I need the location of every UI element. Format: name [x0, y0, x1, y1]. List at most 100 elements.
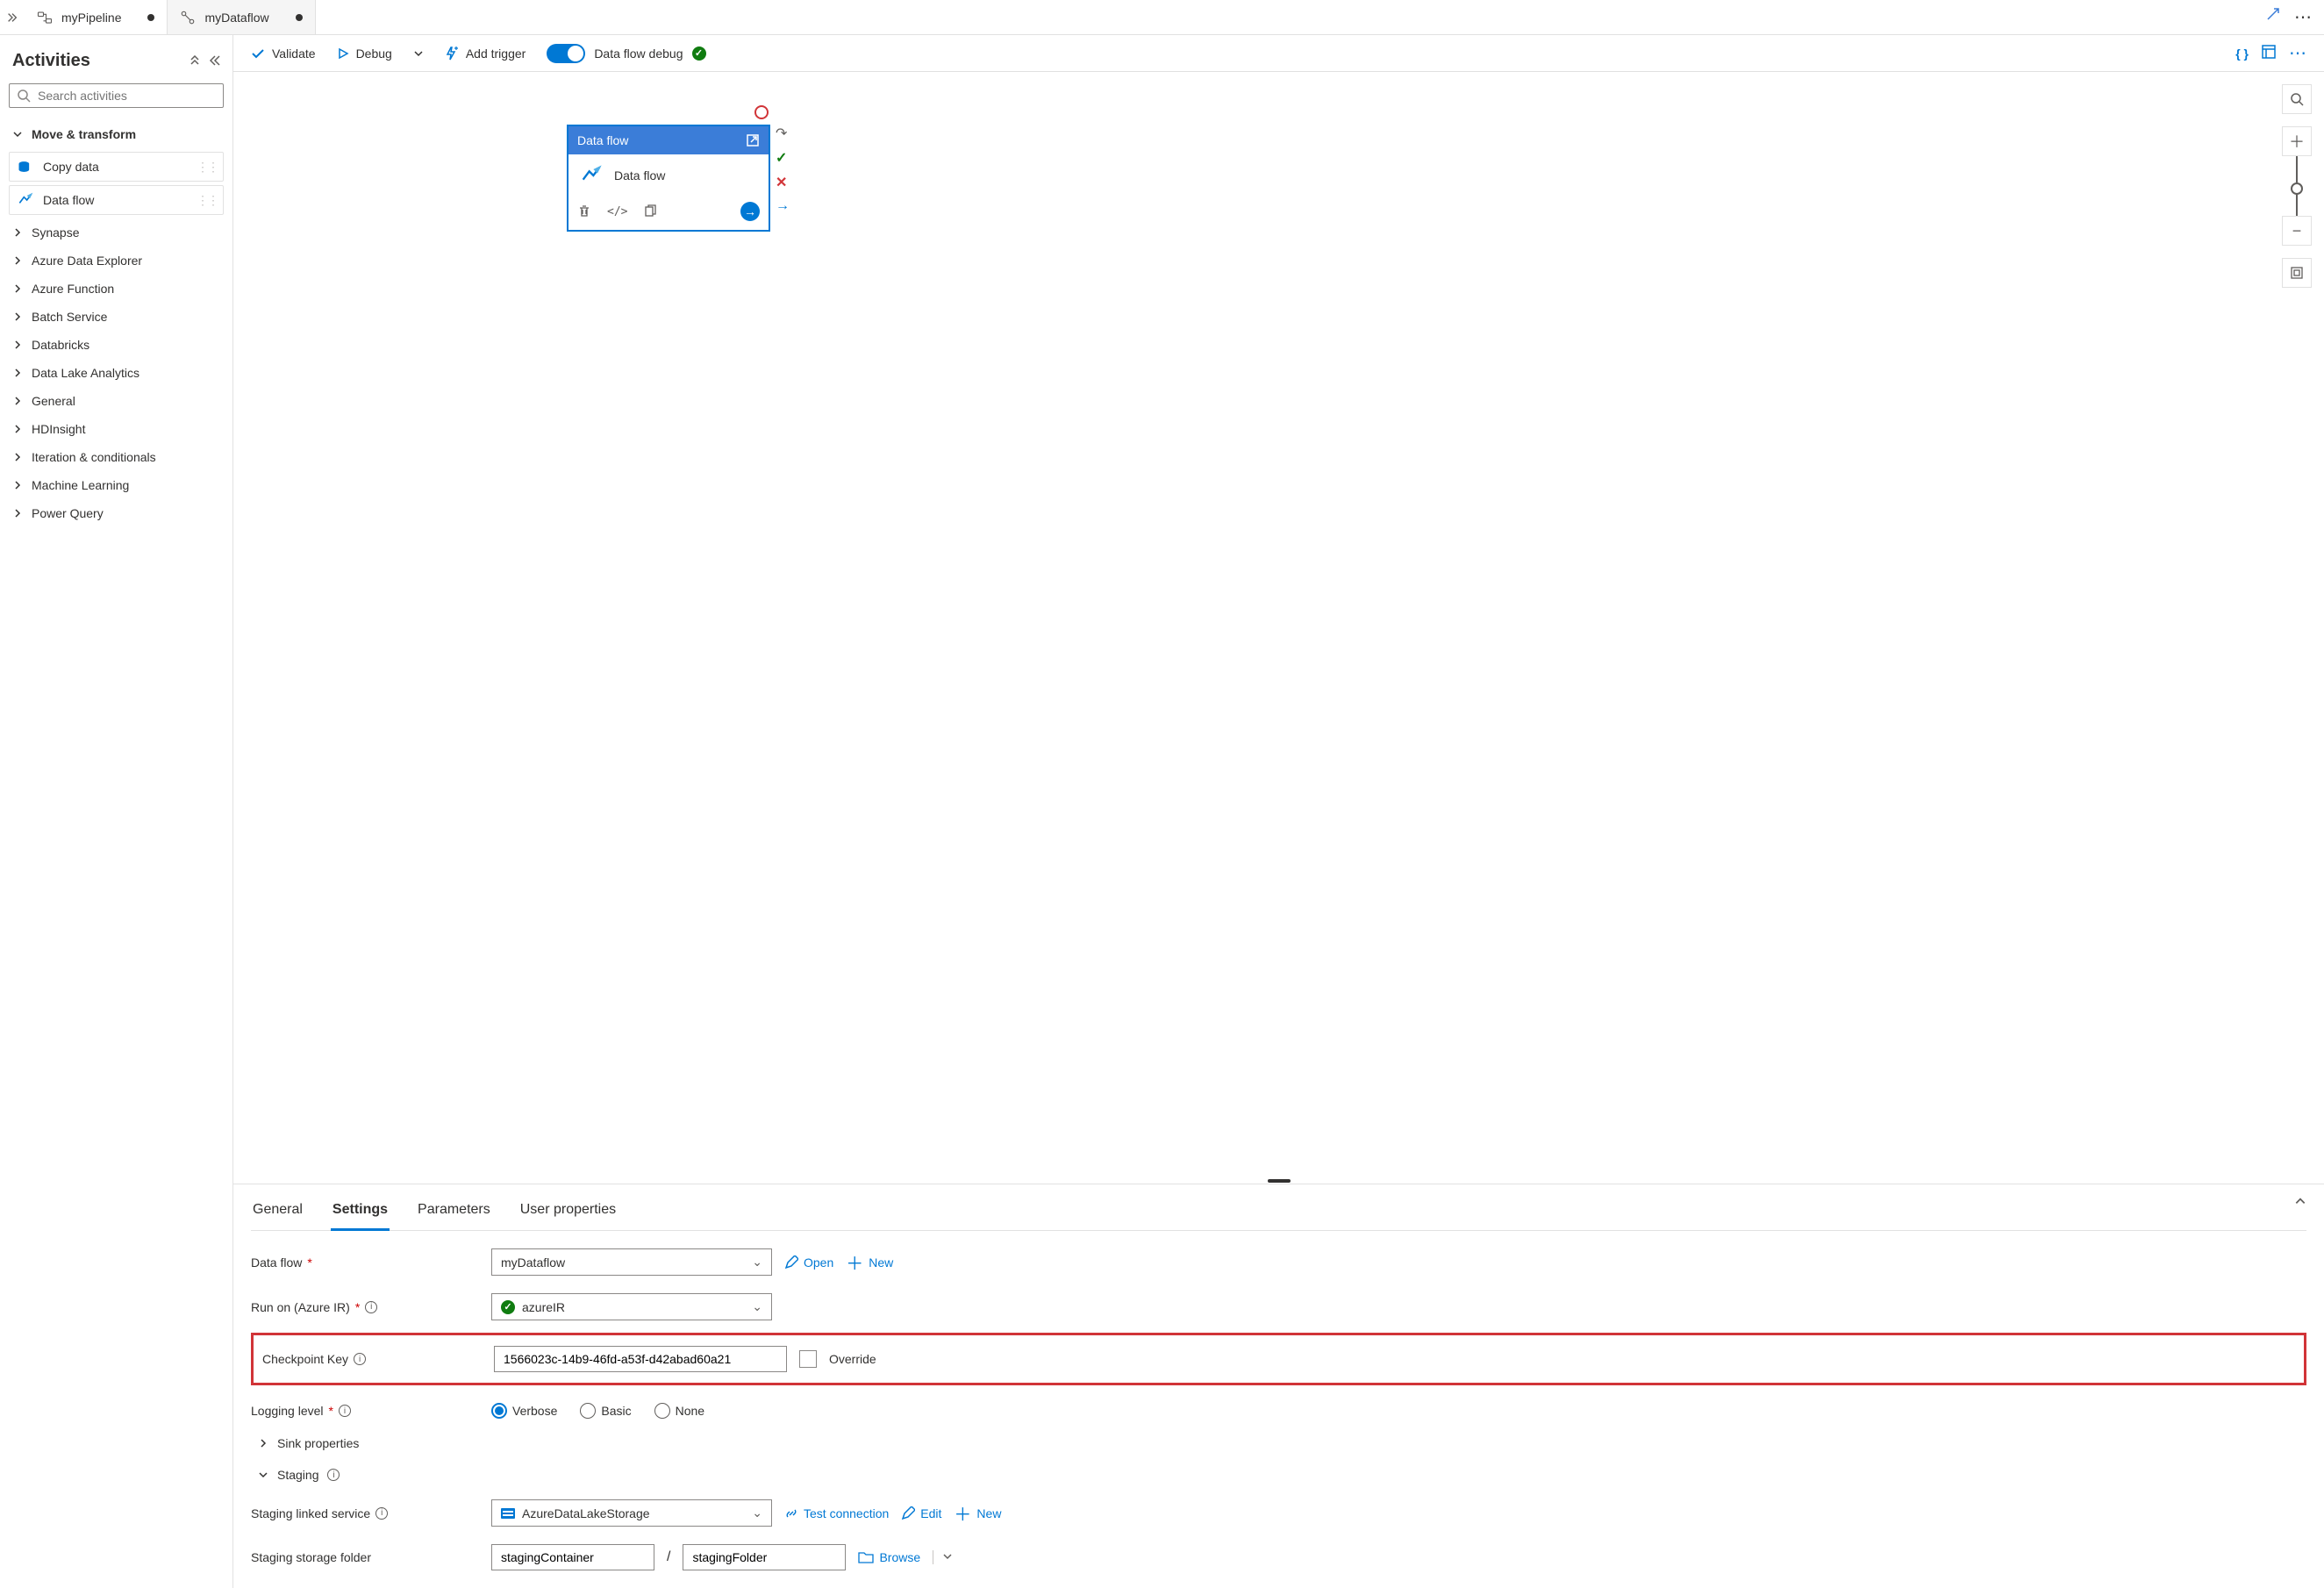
- zoom-search-button[interactable]: [2282, 84, 2312, 114]
- info-icon[interactable]: i: [365, 1301, 377, 1313]
- zoom-slider[interactable]: [2296, 156, 2298, 216]
- completion-path-icon[interactable]: →: [776, 198, 790, 214]
- logging-radio-basic[interactable]: Basic: [580, 1403, 631, 1419]
- prop-tab-parameters[interactable]: Parameters: [416, 1195, 492, 1230]
- debug-dropdown[interactable]: [413, 48, 424, 59]
- code-icon[interactable]: </>: [607, 205, 627, 218]
- collapse-sidebar-icon[interactable]: [210, 54, 220, 68]
- sink-properties-section[interactable]: Sink properties: [258, 1436, 359, 1450]
- play-icon: [337, 47, 349, 60]
- tab-mydataflow[interactable]: myDataflow: [168, 0, 315, 34]
- checkpoint-highlight: Checkpoint Key i Override: [251, 1333, 2306, 1385]
- checkpoint-input[interactable]: [494, 1346, 787, 1372]
- runon-select[interactable]: ✓azureIR ⌄: [491, 1293, 772, 1320]
- prop-tab-user-properties[interactable]: User properties: [518, 1195, 618, 1230]
- zoom-in-button[interactable]: ＋: [2282, 126, 2312, 156]
- info-icon[interactable]: i: [327, 1469, 340, 1481]
- category-batch-service[interactable]: Batch Service: [9, 303, 224, 331]
- category-synapse[interactable]: Synapse: [9, 218, 224, 247]
- expand-tabs-icon[interactable]: [0, 0, 25, 34]
- chevron-right-icon: [12, 340, 23, 350]
- fit-screen-button[interactable]: [2282, 258, 2312, 288]
- properties-panel: General Settings Parameters User propert…: [233, 1184, 2324, 1588]
- new-linked-service-button[interactable]: ＋ New: [954, 1500, 1001, 1526]
- category-machine-learning[interactable]: Machine Learning: [9, 471, 224, 499]
- chevron-right-icon: [12, 424, 23, 434]
- test-connection-button[interactable]: Test connection: [784, 1506, 889, 1520]
- path-separator: /: [667, 1549, 670, 1565]
- collapse-panel-icon[interactable]: [2294, 1193, 2306, 1212]
- pipeline-canvas[interactable]: Data flow Data flow </> → ↷ ✓ ✕ →: [233, 72, 2324, 1178]
- activity-copy-data[interactable]: Copy data ⋮⋮: [9, 152, 224, 182]
- browse-folder-button[interactable]: Browse: [858, 1550, 920, 1564]
- connection-icon: [784, 1506, 798, 1520]
- validate-button[interactable]: Validate: [251, 46, 316, 61]
- dataflow-activity-node[interactable]: Data flow Data flow </> →: [567, 125, 770, 232]
- more-icon[interactable]: ⋯: [2294, 6, 2312, 28]
- category-azure-data-explorer[interactable]: Azure Data Explorer: [9, 247, 224, 275]
- collapse-all-icon[interactable]: [189, 54, 201, 68]
- pipeline-toolbar: Validate Debug Add trigger Data flow deb…: [233, 35, 2324, 72]
- edit-linked-service-button[interactable]: Edit: [901, 1506, 941, 1520]
- open-external-icon[interactable]: [746, 133, 760, 147]
- browse-dropdown[interactable]: [933, 1550, 953, 1564]
- trigger-icon: [445, 46, 459, 61]
- open-dataflow-button[interactable]: Open: [784, 1255, 833, 1270]
- node-type-label: Data flow: [577, 133, 628, 147]
- add-trigger-button[interactable]: Add trigger: [445, 46, 526, 61]
- staging-container-input[interactable]: [491, 1544, 654, 1570]
- copy-icon[interactable]: [643, 204, 657, 218]
- info-icon[interactable]: i: [339, 1405, 351, 1417]
- chevron-right-icon: [12, 255, 23, 266]
- category-azure-function[interactable]: Azure Function: [9, 275, 224, 303]
- chevron-right-icon: [12, 368, 23, 378]
- override-checkbox[interactable]: [799, 1350, 817, 1368]
- pencil-icon: [901, 1506, 915, 1520]
- delete-icon[interactable]: [577, 204, 591, 218]
- properties-button[interactable]: [2261, 44, 2277, 62]
- chevron-right-icon: [12, 311, 23, 322]
- zoom-out-button[interactable]: −: [2282, 216, 2312, 246]
- new-dataflow-button[interactable]: ＋ New: [846, 1249, 893, 1275]
- tab-label: myDataflow: [204, 11, 268, 25]
- prop-tab-settings[interactable]: Settings: [331, 1195, 390, 1231]
- prop-tab-general[interactable]: General: [251, 1195, 304, 1230]
- chevron-down-icon: ⌄: [752, 1255, 762, 1270]
- staging-section[interactable]: Staging i: [258, 1468, 340, 1482]
- check-icon: [251, 46, 265, 61]
- redo-icon[interactable]: ↷: [776, 125, 790, 142]
- dataflow-label: Data flow: [251, 1255, 302, 1270]
- dataflow-select[interactable]: myDataflow ⌄: [491, 1248, 772, 1276]
- maximize-icon[interactable]: [2266, 6, 2280, 28]
- category-move-transform[interactable]: Move & transform: [9, 120, 224, 148]
- category-iteration-conditionals[interactable]: Iteration & conditionals: [9, 443, 224, 471]
- category-hdinsight[interactable]: HDInsight: [9, 415, 224, 443]
- category-data-lake-analytics[interactable]: Data Lake Analytics: [9, 359, 224, 387]
- chevron-down-icon: ⌄: [752, 1299, 762, 1314]
- logging-radio-verbose[interactable]: Verbose: [491, 1403, 557, 1419]
- search-activities-input[interactable]: [9, 83, 224, 108]
- plus-icon: ＋: [954, 1500, 971, 1526]
- logging-radio-none[interactable]: None: [654, 1403, 704, 1419]
- info-icon[interactable]: i: [354, 1353, 366, 1365]
- info-icon[interactable]: i: [375, 1507, 388, 1520]
- checkpoint-label: Checkpoint Key: [262, 1352, 348, 1366]
- category-databricks[interactable]: Databricks: [9, 331, 224, 359]
- chevron-right-icon: [12, 283, 23, 294]
- chevron-down-icon: ⌄: [752, 1506, 762, 1520]
- failure-path-icon[interactable]: ✕: [776, 174, 790, 191]
- tab-mypipeline[interactable]: myPipeline: [25, 0, 168, 34]
- category-general[interactable]: General: [9, 387, 224, 415]
- run-icon[interactable]: →: [740, 202, 760, 221]
- toolbar-more-icon[interactable]: ⋯: [2289, 42, 2306, 64]
- activity-data-flow[interactable]: Data flow ⋮⋮: [9, 185, 224, 215]
- code-view-button[interactable]: { }: [2235, 46, 2249, 61]
- success-path-icon[interactable]: ✓: [776, 149, 790, 167]
- dataflow-debug-toggle[interactable]: [547, 44, 585, 63]
- chevron-right-icon: [12, 480, 23, 490]
- category-power-query[interactable]: Power Query: [9, 499, 224, 527]
- staging-folder-label: Staging storage folder: [251, 1550, 371, 1564]
- debug-button[interactable]: Debug: [337, 46, 392, 61]
- staging-folder-input[interactable]: [683, 1544, 846, 1570]
- staging-linked-select[interactable]: AzureDataLakeStorage ⌄: [491, 1499, 772, 1527]
